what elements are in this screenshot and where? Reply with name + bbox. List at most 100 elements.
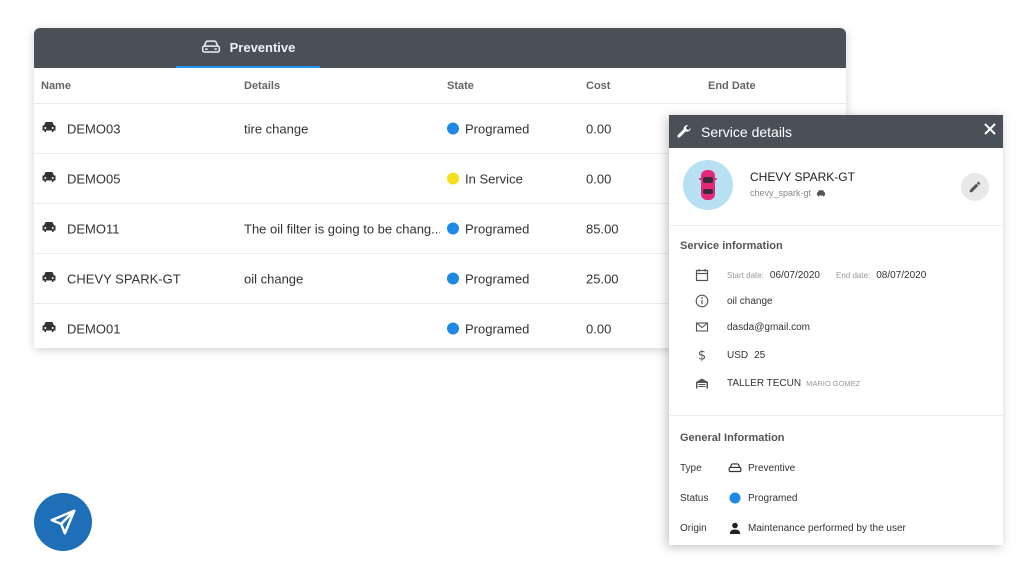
state-dot-icon xyxy=(447,272,459,285)
cell-state: Programed xyxy=(447,121,529,136)
vehicle-name-text: DEMO05 xyxy=(67,171,121,186)
workshop-row: TALLER TECUN MARIO GOMEZ xyxy=(695,376,860,390)
vehicle-name-text: DEMO01 xyxy=(67,321,121,336)
state-text: In Service xyxy=(465,171,523,186)
column-header-cost[interactable]: Cost xyxy=(586,80,610,92)
vehicle-name-text: CHEVY SPARK-GT xyxy=(67,271,181,286)
state-text: Programed xyxy=(465,221,530,236)
car-icon xyxy=(41,221,57,233)
car-front-icon xyxy=(728,461,742,475)
navigation-button[interactable] xyxy=(34,493,92,551)
state-dot-icon xyxy=(447,122,459,135)
start-date-label: Start date: xyxy=(727,270,764,280)
type-label: Type xyxy=(680,462,702,474)
cell-cost: 85.00 xyxy=(586,221,619,236)
close-icon[interactable] xyxy=(983,122,997,136)
car-front-icon xyxy=(201,40,220,53)
car-icon xyxy=(41,121,57,133)
cell-cost: 0.00 xyxy=(586,321,612,336)
mail-icon xyxy=(695,320,709,334)
state-text: Programed xyxy=(465,321,530,336)
calendar-icon xyxy=(695,268,709,282)
cell-name: DEMO11 xyxy=(41,221,120,236)
car-icon xyxy=(41,321,57,333)
cell-details: oil change xyxy=(244,271,304,286)
cell-state: Programed xyxy=(447,321,529,336)
status-label: Status xyxy=(680,492,709,504)
origin-row: Origin Maintenance performed by the user xyxy=(680,521,980,535)
dates-row: Start date: 06/07/2020 End date: 08/07/2… xyxy=(695,268,926,282)
vehicle-name-text: DEMO03 xyxy=(67,121,121,136)
vehicle-id: chevy_spark-gt xyxy=(750,188,812,198)
origin-label: Origin xyxy=(680,522,707,534)
type-row: Type Preventive xyxy=(680,461,980,475)
panel-header: Service details xyxy=(669,115,1003,148)
end-date-value: 08/07/2020 xyxy=(876,269,927,281)
column-header-state[interactable]: State xyxy=(447,80,474,92)
state-text: Programed xyxy=(465,271,530,286)
table-tab-bar: Preventive xyxy=(34,28,846,68)
table-header: Name Details State Cost End Date xyxy=(34,68,846,104)
service-details-panel: Service details CHEVY SPARK-GT chevy_spa… xyxy=(669,115,1003,545)
car-icon xyxy=(41,271,57,283)
currency-value: USD xyxy=(727,349,749,361)
dollar-icon: $ xyxy=(695,348,709,363)
service-information-section: Service information Start date: 06/07/20… xyxy=(669,226,1003,416)
cell-cost: 0.00 xyxy=(586,121,612,136)
tab-label: Preventive xyxy=(229,39,296,55)
email-value: dasda@gmail.com xyxy=(727,321,810,333)
column-header-details[interactable]: Details xyxy=(244,80,280,92)
cell-name: DEMO01 xyxy=(41,321,120,336)
end-date-label: End date: xyxy=(835,270,871,280)
cell-details: tire change xyxy=(244,121,309,136)
state-dot-icon xyxy=(447,172,459,185)
info-icon xyxy=(695,294,709,308)
state-dot-icon xyxy=(447,322,459,335)
cell-name: DEMO03 xyxy=(41,121,120,136)
send-arrow-icon xyxy=(50,509,76,535)
car-icon xyxy=(816,190,826,197)
panel-title: Service details xyxy=(701,123,793,140)
vehicle-name-text: DEMO11 xyxy=(67,221,120,236)
amount-value: 25 xyxy=(754,349,766,361)
vehicle-avatar xyxy=(683,160,733,210)
general-information-section: General Information Type Preventive Stat… xyxy=(669,416,1003,544)
car-top-icon xyxy=(699,170,717,200)
email-row: dasda@gmail.com xyxy=(695,320,810,334)
cell-name: DEMO05 xyxy=(41,171,120,186)
svg-text:$: $ xyxy=(698,349,706,363)
status-dot-icon xyxy=(728,491,742,505)
vehicle-name: CHEVY SPARK-GT xyxy=(750,170,855,184)
workshop-name: TALLER TECUN xyxy=(727,377,802,389)
cell-state: In Service xyxy=(447,171,523,186)
column-header-name[interactable]: Name xyxy=(41,80,71,92)
general-information-title: General Information xyxy=(680,432,785,444)
cell-name: CHEVY SPARK-GT xyxy=(41,271,181,286)
wrench-icon xyxy=(677,124,691,138)
mechanic-name: MARIO GOMEZ xyxy=(806,378,861,388)
car-icon xyxy=(41,171,57,183)
cell-state: Programed xyxy=(447,271,529,286)
cell-cost: 0.00 xyxy=(586,171,612,186)
cell-details: The oil filter is going to be chang... xyxy=(244,221,440,236)
vehicle-subtitle: chevy_spark-gt xyxy=(750,188,826,198)
type-value: Preventive xyxy=(748,462,796,474)
state-dot-icon xyxy=(447,222,459,235)
state-text: Programed xyxy=(465,121,530,136)
vehicle-summary: CHEVY SPARK-GT chevy_spark-gt xyxy=(669,148,1003,226)
status-value: Programed xyxy=(748,492,798,504)
start-date-value: 06/07/2020 xyxy=(769,269,820,281)
origin-value: Maintenance performed by the user xyxy=(748,522,906,534)
column-header-end-date[interactable]: End Date xyxy=(708,80,756,92)
service-details-text: oil change xyxy=(727,295,773,307)
cost-row: $ USD 25 xyxy=(695,348,766,363)
service-information-title: Service information xyxy=(680,240,783,252)
garage-icon xyxy=(695,376,709,390)
tab-preventive[interactable]: Preventive xyxy=(176,28,320,68)
edit-button[interactable] xyxy=(961,173,989,201)
status-row: Status Programed xyxy=(680,491,980,505)
cell-state: Programed xyxy=(447,221,529,236)
user-icon xyxy=(728,521,742,535)
details-row: oil change xyxy=(695,294,773,308)
cell-cost: 25.00 xyxy=(586,271,619,286)
